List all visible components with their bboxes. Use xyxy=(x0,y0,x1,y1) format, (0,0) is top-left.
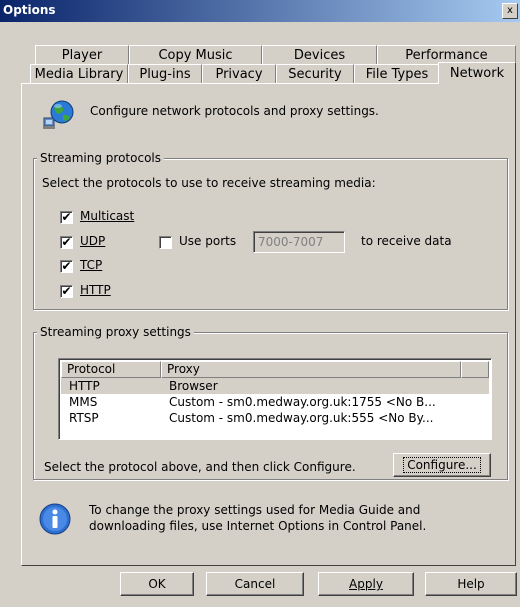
protocols-instruction: Select the protocols to use to receive s… xyxy=(42,176,376,190)
ports-input[interactable] xyxy=(253,231,345,253)
http-label: HTTP xyxy=(80,283,111,297)
close-button[interactable]: x xyxy=(502,3,518,19)
tab-network[interactable]: Network xyxy=(438,62,516,84)
row-protocol: HTTP xyxy=(69,379,100,393)
ok-button[interactable]: OK xyxy=(120,572,194,596)
streaming-protocols-legend: Streaming protocols xyxy=(37,151,164,165)
network-globe-icon xyxy=(43,100,74,129)
table-row[interactable]: MMS Custom - sm0.medway.org.uk:1755 <No … xyxy=(61,394,489,410)
help-button[interactable]: Help xyxy=(425,572,517,596)
configure-button[interactable]: Configure... xyxy=(393,453,491,477)
column-header-protocol[interactable]: Protocol xyxy=(61,361,161,378)
title-bar[interactable] xyxy=(0,0,520,22)
multicast-checkbox[interactable]: ✔ xyxy=(60,211,73,224)
ports-suffix: to receive data xyxy=(361,234,452,248)
http-checkbox[interactable]: ✔ xyxy=(60,285,73,298)
tab-devices[interactable]: Devices xyxy=(262,45,377,64)
tab-file-types[interactable]: File Types xyxy=(354,64,440,83)
proxy-list[interactable]: Protocol Proxy HTTP Browser MMS Custom -… xyxy=(58,358,492,440)
proxy-instruction: Select the protocol above, and then clic… xyxy=(44,460,356,474)
info-text: To change the proxy settings used for Me… xyxy=(89,503,427,533)
table-row[interactable]: RTSP Custom - sm0.medway.org.uk:555 <No … xyxy=(61,410,489,426)
multicast-label: Multicast xyxy=(80,209,135,223)
info-icon xyxy=(39,503,71,535)
row-proxy: Custom - sm0.medway.org.uk:555 <No By... xyxy=(169,411,434,425)
header-text: Configure network protocols and proxy se… xyxy=(90,104,379,118)
column-header-filler xyxy=(461,361,489,378)
row-protocol: MMS xyxy=(69,395,98,409)
apply-button[interactable]: Apply xyxy=(318,572,414,596)
tab-security[interactable]: Security xyxy=(276,64,354,83)
udp-label: UDP xyxy=(80,234,106,248)
udp-checkbox[interactable]: ✔ xyxy=(60,236,73,249)
table-row[interactable]: HTTP Browser xyxy=(61,378,489,394)
tcp-checkbox[interactable]: ✔ xyxy=(60,260,73,273)
streaming-proxy-legend: Streaming proxy settings xyxy=(37,325,194,339)
row-protocol: RTSP xyxy=(69,411,99,425)
column-header-proxy[interactable]: Proxy xyxy=(161,361,461,378)
tab-player[interactable]: Player xyxy=(35,45,129,64)
use-ports-checkbox[interactable] xyxy=(159,236,172,249)
tab-privacy[interactable]: Privacy xyxy=(202,64,276,83)
tab-copy-music[interactable]: Copy Music xyxy=(129,45,262,64)
tab-plug-ins[interactable]: Plug-ins xyxy=(128,64,202,83)
tab-media-library[interactable]: Media Library xyxy=(30,64,128,83)
row-proxy: Custom - sm0.medway.org.uk:1755 <No B... xyxy=(169,395,436,409)
window-title: Options xyxy=(3,3,56,17)
tcp-label: TCP xyxy=(80,258,103,272)
row-proxy: Browser xyxy=(169,379,218,393)
cancel-button[interactable]: Cancel xyxy=(206,572,304,596)
use-ports-label: Use ports xyxy=(179,234,237,248)
